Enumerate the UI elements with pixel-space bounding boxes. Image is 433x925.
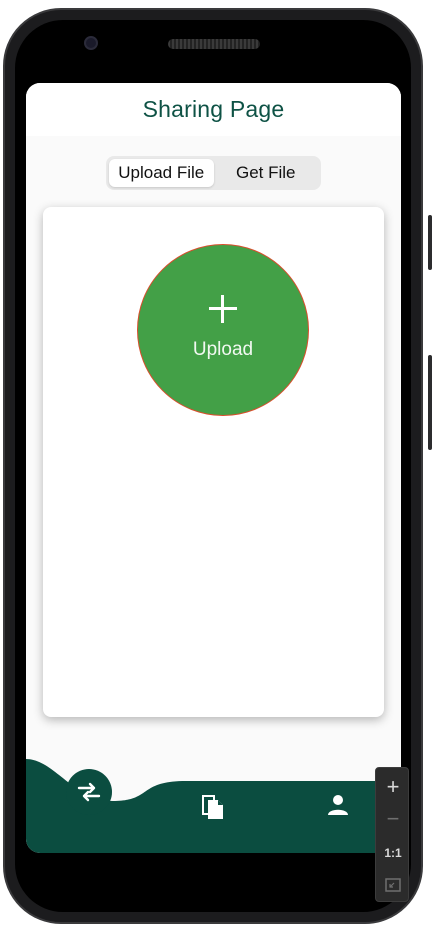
- upload-card: Upload: [43, 207, 384, 717]
- power-button: [428, 215, 432, 270]
- nav-profile-button[interactable]: [324, 791, 352, 819]
- page-title: Sharing Page: [142, 96, 285, 122]
- speaker-grille: [168, 39, 260, 49]
- emulator-zoom-controls: + − 1:1: [375, 767, 409, 902]
- zoom-one-to-one-button[interactable]: 1:1: [376, 837, 410, 869]
- zoom-out-button[interactable]: −: [376, 803, 410, 835]
- zoom-in-button[interactable]: +: [376, 771, 410, 803]
- get-file-tab[interactable]: Get File: [214, 159, 319, 187]
- nav-swap-button[interactable]: [66, 769, 112, 815]
- upload-label: Upload: [192, 339, 254, 360]
- file-mode-segmented-control: Upload File Get File: [106, 156, 321, 190]
- plus-icon: [209, 295, 237, 323]
- app-screen: Sharing Page Upload File Get File Upload: [26, 83, 401, 853]
- person-icon: [328, 795, 348, 815]
- upload-button[interactable]: Upload: [137, 244, 309, 416]
- nav-files-button[interactable]: [198, 791, 228, 821]
- files-icon: [202, 795, 223, 819]
- volume-button: [428, 355, 432, 450]
- swap-arrows-icon: [77, 782, 101, 802]
- upload-file-tab[interactable]: Upload File: [109, 159, 214, 187]
- fit-screen-icon: [385, 878, 401, 892]
- fit-screen-button[interactable]: [376, 869, 410, 901]
- app-header: Sharing Page: [26, 83, 401, 136]
- zoom-one-to-one-label: 1:1: [384, 846, 402, 860]
- camera-icon: [84, 36, 98, 50]
